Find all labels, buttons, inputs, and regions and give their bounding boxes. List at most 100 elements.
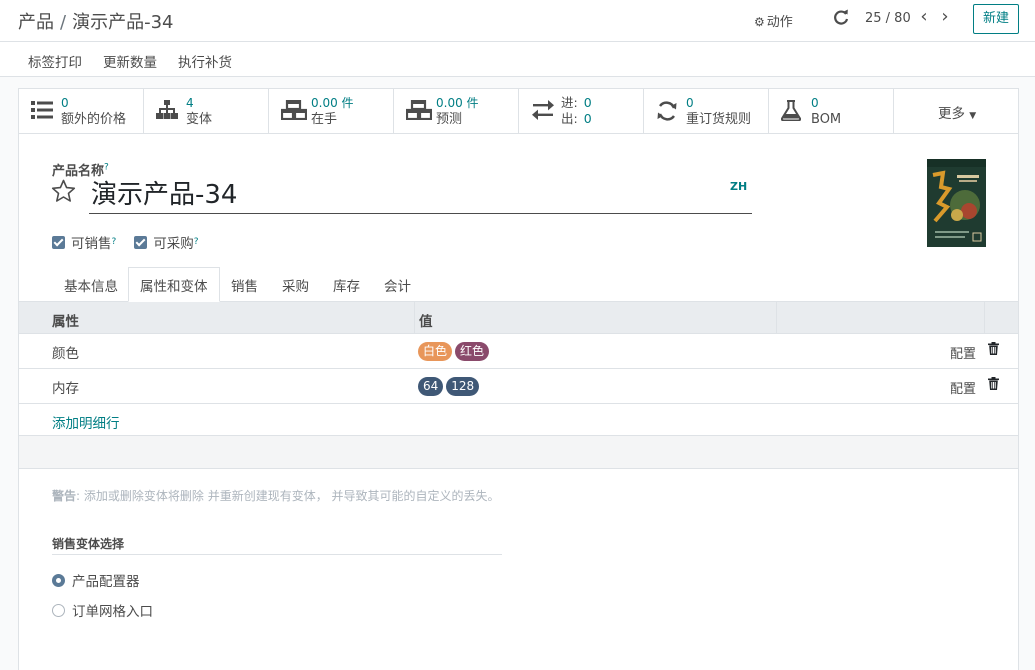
configure-button[interactable]: 配置 (950, 378, 976, 397)
attribute-name: 内存 (52, 381, 79, 397)
radio-unselected-icon (52, 603, 65, 617)
action-menu-label: 动作 (766, 15, 793, 30)
forecast-qty: 0.00 件 (436, 96, 479, 110)
more-button[interactable]: 更多 ▼ (894, 89, 1018, 133)
cubes-icon (406, 100, 432, 120)
bom-button[interactable]: 0 BOM (769, 89, 894, 133)
action-menu-button[interactable]: ⚙ 动作 (754, 11, 793, 30)
value-tags: 白色 红色 (418, 342, 490, 361)
smart-button-row: 0 额外的价格 4 变体 0.00 件 在手 0.00 件 预测 进: 0 出: 0… (19, 89, 1018, 134)
on-hand-qty: 0.00 件 (311, 96, 354, 110)
tab-sales[interactable]: 销售 (231, 275, 258, 295)
radio-label: 订单网格入口 (72, 604, 153, 620)
extra-prices-count: 0 (61, 96, 69, 110)
print-labels-button[interactable]: 标签打印 (28, 51, 82, 71)
configure-button[interactable]: 配置 (950, 343, 976, 362)
extra-prices-label: 额外的价格 (61, 112, 127, 127)
forecast-button[interactable]: 0.00 件 预测 (394, 89, 519, 133)
help-tooltip-icon[interactable]: ? (104, 163, 109, 173)
can-be-purchased-label: 可采购 (153, 236, 194, 252)
tab-general-info[interactable]: 基本信息 (64, 275, 118, 295)
breadcrumb-separator: / (60, 12, 67, 33)
tab-inventory[interactable]: 库存 (333, 275, 360, 295)
table-row[interactable]: 颜色 白色 红色 配置 (19, 334, 1018, 369)
variants-button[interactable]: 4 变体 (144, 89, 269, 133)
column-header-value[interactable]: 值 (419, 310, 433, 330)
bom-label: BOM (811, 112, 842, 127)
control-panel: 产品 / 演示产品-34 ⚙ 动作 25 / 80 ‹ › 新建 (0, 0, 1035, 42)
can-be-sold-label: 可销售 (71, 236, 112, 252)
column-divider (984, 302, 985, 334)
new-button[interactable]: 新建 (973, 4, 1019, 34)
breadcrumb-current: 演示产品-34 (72, 12, 174, 33)
cubes-icon (281, 100, 307, 120)
product-flags: 可销售? 可采购? (52, 232, 199, 252)
can-be-purchased-checkbox[interactable]: 可采购? (134, 232, 199, 252)
add-line-row (19, 401, 1018, 436)
value-tag[interactable]: 红色 (455, 342, 490, 361)
variants-label: 变体 (186, 112, 213, 127)
tab-attributes-variants[interactable]: 属性和变体 (128, 267, 220, 302)
column-header-attribute[interactable]: 属性 (52, 310, 79, 330)
extra-prices-button[interactable]: 0 额外的价格 (19, 89, 144, 133)
value-tag[interactable]: 128 (446, 377, 480, 396)
tab-purchase[interactable]: 采购 (282, 275, 309, 295)
in-out-button[interactable]: 进: 0 出: 0 (519, 89, 644, 133)
variants-count: 4 (186, 96, 194, 110)
form-sheet: 0 额外的价格 4 变体 0.00 件 在手 0.00 件 预测 进: 0 出: 0… (18, 88, 1019, 670)
replenish-button[interactable]: 执行补货 (178, 51, 232, 71)
refresh-icon (657, 101, 677, 121)
attribute-name: 颜色 (52, 346, 79, 362)
radio-selected-icon (52, 573, 65, 587)
value-tag[interactable]: 64 (418, 377, 444, 396)
list-icon (31, 101, 53, 119)
product-image[interactable] (927, 159, 986, 247)
incoming-count: 0 (583, 95, 592, 110)
value-tags: 64 128 (418, 377, 480, 396)
refresh-icon[interactable] (832, 8, 850, 28)
bom-count: 0 (811, 96, 819, 110)
status-bar: 标签打印 更新数量 执行补货 (0, 42, 1035, 77)
pager-next-button[interactable]: › (936, 6, 954, 28)
forecast-label: 预测 (436, 112, 463, 127)
warning-prefix: 警告 (52, 489, 77, 503)
sales-variant-section-title: 销售变体选择 (52, 535, 502, 555)
help-tooltip-icon[interactable]: ? (112, 237, 117, 247)
incoming-label: 进: 0 (561, 95, 592, 110)
reorder-rules-label: 重订货规则 (686, 112, 752, 127)
flask-icon (781, 100, 801, 121)
breadcrumb-parent-link[interactable]: 产品 (18, 12, 54, 33)
update-quantity-button[interactable]: 更新数量 (103, 51, 157, 71)
column-divider (776, 302, 777, 334)
outgoing-count: 0 (583, 111, 592, 126)
pager-value[interactable]: 25 / 80 (865, 11, 911, 26)
on-hand-label: 在手 (311, 112, 338, 127)
attributes-table-header: 属性 值 (19, 302, 1018, 334)
on-hand-button[interactable]: 0.00 件 在手 (269, 89, 394, 133)
trash-icon[interactable] (988, 377, 999, 390)
radio-label: 产品配置器 (72, 574, 140, 590)
radio-order-grid-entry[interactable]: 订单网格入口 (52, 600, 153, 620)
favorite-star-icon[interactable] (51, 179, 76, 203)
checkbox-checked-icon (134, 235, 148, 249)
notebook-tabs: 基本信息 属性和变体 销售 采购 库存 会计 (19, 267, 1018, 302)
checkbox-checked-icon (52, 235, 65, 249)
language-button[interactable]: ZH (730, 180, 747, 193)
breadcrumb: 产品 / 演示产品-34 (18, 8, 173, 34)
help-tooltip-icon[interactable]: ? (194, 237, 199, 247)
tab-accounting[interactable]: 会计 (384, 275, 411, 295)
warning-text: : 添加或删除变体将删除 并重新创建现有变体， 并导致其可能的自定义的丢失。 (76, 489, 500, 503)
reorder-rules-button[interactable]: 0 重订货规则 (644, 89, 769, 133)
value-tag[interactable]: 白色 (418, 342, 453, 361)
more-label: 更多 ▼ (938, 106, 977, 122)
trash-icon[interactable] (988, 342, 999, 355)
caret-down-icon: ▼ (969, 111, 977, 121)
add-line-link[interactable]: 添加明细行 (52, 412, 120, 432)
radio-product-configurator[interactable]: 产品配置器 (52, 570, 140, 590)
table-row[interactable]: 内存 64 128 配置 (19, 369, 1018, 404)
product-name-input[interactable]: 演示产品-34 (89, 176, 752, 214)
column-divider (414, 302, 415, 334)
can-be-sold-checkbox[interactable]: 可销售? (52, 232, 116, 252)
pager-prev-button[interactable]: ‹ (915, 6, 933, 28)
sitemap-icon (156, 100, 178, 119)
